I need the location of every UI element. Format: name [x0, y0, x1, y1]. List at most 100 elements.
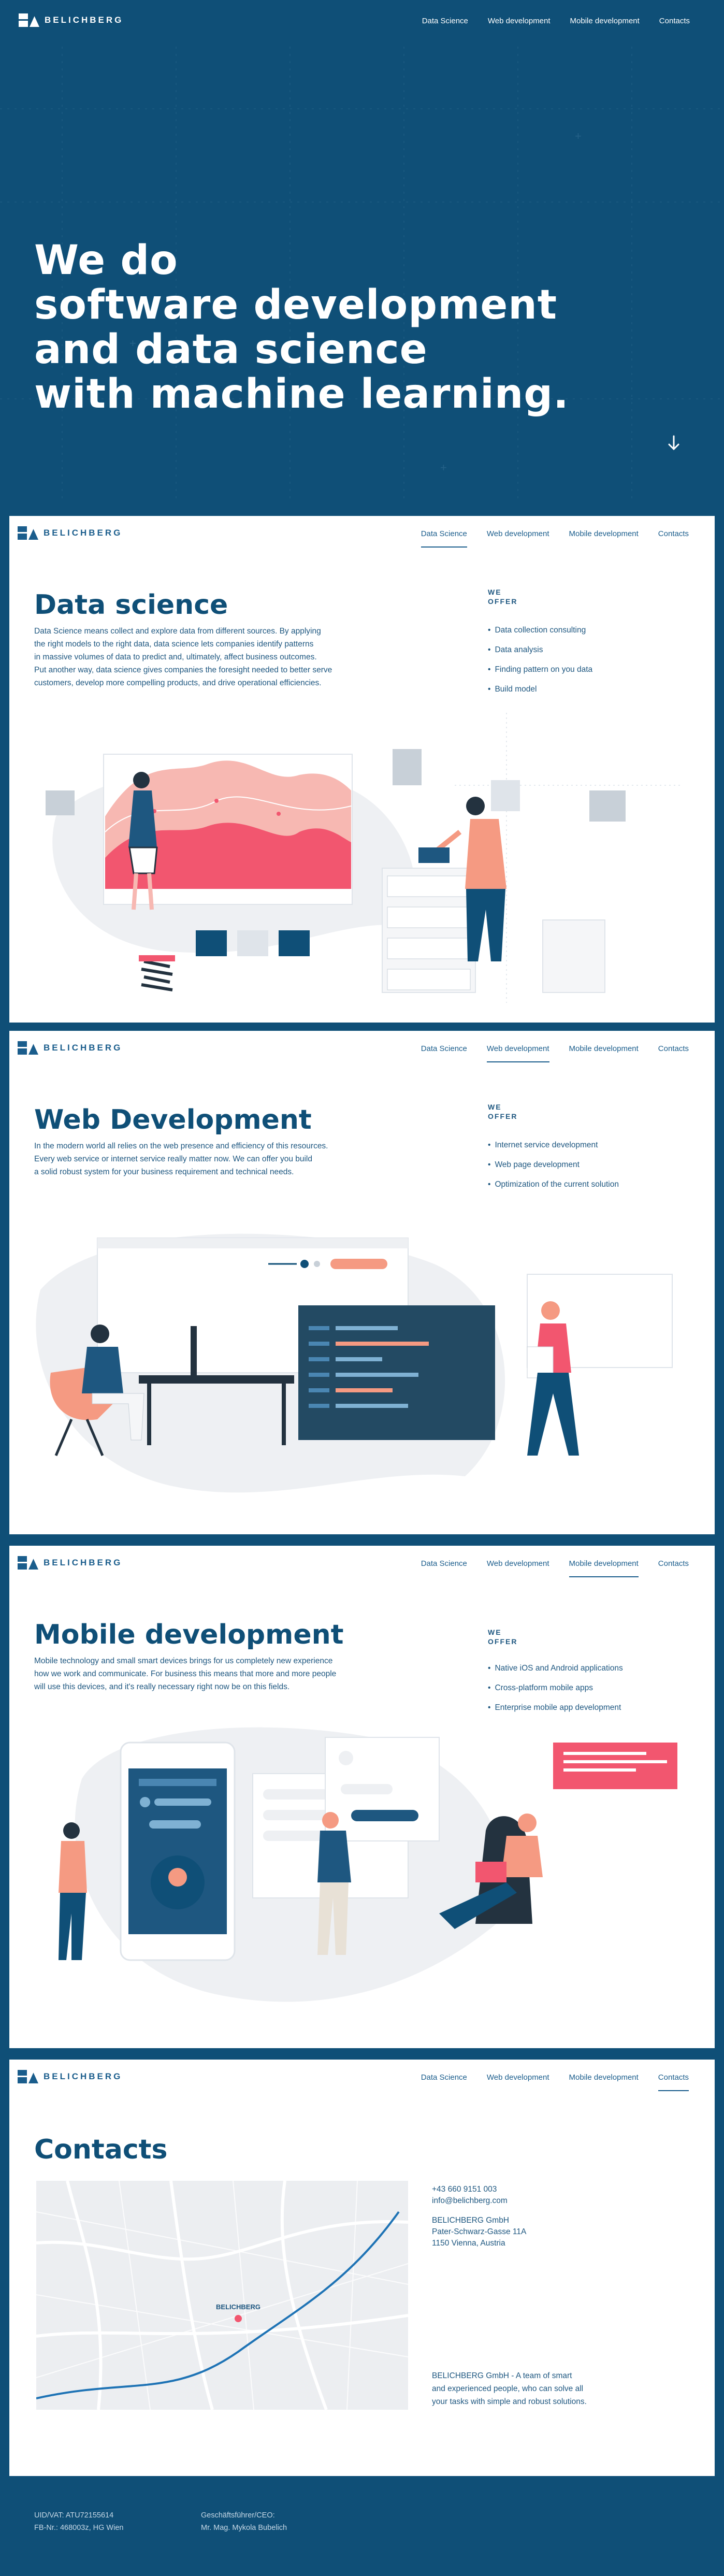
- nav-mobile-development[interactable]: Mobile development: [569, 2073, 639, 2091]
- offer-item: Internet service development: [488, 1135, 619, 1155]
- offer-item: Data collection consulting: [488, 621, 592, 640]
- nav-mobile-development[interactable]: Mobile development: [569, 1044, 639, 1062]
- brand-name: BELICHBERG: [44, 1558, 123, 1567]
- map-streets: BELICHBERG: [36, 2181, 408, 2410]
- brand-logo[interactable]: BELICHBERG: [18, 1556, 122, 1570]
- arrow-down-icon[interactable]: [667, 435, 680, 451]
- nav-data-science[interactable]: Data Science: [421, 2073, 467, 2091]
- hero-line: with machine learning.: [34, 371, 569, 418]
- nav-mobile-development[interactable]: Mobile development: [569, 529, 639, 548]
- offer-heading-line: OFFER: [488, 1637, 518, 1646]
- section-title: Mobile development: [34, 1619, 344, 1650]
- footer-vat: UID/VAT: ATU72155614: [34, 2511, 114, 2520]
- nav-data-science[interactable]: Data Science: [421, 1559, 467, 1577]
- nav-contacts[interactable]: Contacts: [658, 529, 689, 548]
- hero-line: and data science: [34, 326, 428, 373]
- nav-data-science[interactable]: Data Science: [422, 17, 468, 25]
- description-line: a solid robust system for your business …: [34, 1168, 294, 1176]
- street-address: Pater-Schwarz-Gasse 11A: [432, 2227, 527, 2236]
- brand-logo[interactable]: BELICHBERG: [19, 13, 123, 27]
- section-nav: Data Science Web development Mobile deve…: [421, 529, 689, 548]
- nav-web-development[interactable]: Web development: [487, 529, 549, 548]
- offer-item: Data analysis: [488, 640, 592, 660]
- belichberg-logo-icon: [19, 13, 39, 27]
- footer-ceo-label: Geschäftsführer/CEO:: [201, 2511, 275, 2520]
- map-pin-icon[interactable]: [235, 2315, 242, 2322]
- brand-logo[interactable]: BELICHBERG: [18, 526, 122, 540]
- nav-web-development[interactable]: Web development: [487, 2073, 549, 2091]
- brand-name: BELICHBERG: [44, 2071, 123, 2081]
- offer-heading-line: WE: [488, 588, 502, 596]
- section-description: Mobile technology and small smart device…: [34, 1654, 336, 1693]
- description-line: Put another way, data science gives comp…: [34, 666, 332, 674]
- page-footer: UID/VAT: ATU72155614 FB-Nr.: 468003z, HG…: [0, 2502, 724, 2576]
- main-nav: Data Science Web development Mobile deve…: [422, 17, 690, 25]
- offer-heading: WE OFFER: [488, 1102, 517, 1121]
- map-pin-label: BELICHBERG: [216, 2303, 260, 2311]
- description-line: Mobile technology and small smart device…: [34, 1657, 333, 1665]
- footer-ceo-name: Mr. Mag. Mykola Bubelich: [201, 2524, 287, 2532]
- belichberg-logo-icon: [18, 2070, 38, 2083]
- offer-list: Data collection consulting Data analysis…: [488, 621, 592, 699]
- offer-item: Native iOS and Android applications: [488, 1659, 622, 1678]
- section-description: In the modern world all relies on the we…: [34, 1140, 328, 1178]
- brand-name: BELICHBERG: [44, 528, 123, 538]
- nav-data-science[interactable]: Data Science: [421, 1044, 467, 1062]
- footer-ceo: Geschäftsführer/CEO: Mr. Mag. Mykola Bub…: [201, 2509, 287, 2534]
- hero-line: software development: [34, 282, 558, 328]
- offer-heading-line: OFFER: [488, 1112, 518, 1120]
- belichberg-logo-icon: [18, 1556, 38, 1570]
- data-science-section: BELICHBERG Data Science Web development …: [9, 516, 715, 1023]
- nav-web-development[interactable]: Web development: [487, 1559, 549, 1577]
- offer-item: Cross-platform mobile apps: [488, 1678, 623, 1698]
- offer-heading: WE OFFER: [488, 587, 517, 606]
- about-line: BELICHBERG GmbH - A team of smart: [432, 2371, 572, 2380]
- nav-web-development[interactable]: Web development: [486, 1044, 549, 1062]
- mobile-development-illustration: [59, 1727, 677, 2002]
- svg-text:+: +: [440, 461, 447, 474]
- belichberg-logo-icon: [18, 1041, 38, 1055]
- location-map[interactable]: BELICHBERG: [36, 2181, 408, 2410]
- nav-contacts[interactable]: Contacts: [658, 1044, 689, 1062]
- offer-item: Optimization of the current solution: [488, 1175, 619, 1195]
- description-line: will use this devices, and it's really n…: [34, 1682, 290, 1691]
- offer-heading: WE OFFER: [488, 1628, 517, 1646]
- svg-text:+: +: [575, 129, 582, 142]
- nav-data-science[interactable]: Data Science: [421, 529, 467, 548]
- phone-link[interactable]: +43 660 9151 003: [432, 2184, 526, 2195]
- offer-heading-line: OFFER: [488, 597, 518, 606]
- brand-logo[interactable]: BELICHBERG: [18, 2070, 122, 2083]
- section-title: Data science: [34, 589, 228, 621]
- contacts-section: BELICHBERG Data Science Web development …: [9, 2060, 715, 2476]
- section-description: Data Science means collect and explore d…: [34, 625, 332, 689]
- nav-mobile-development[interactable]: Mobile development: [570, 17, 640, 25]
- section-title: Contacts: [34, 2134, 168, 2165]
- about-line: your tasks with simple and robust soluti…: [432, 2397, 587, 2406]
- hero-title: We do software development and data scie…: [34, 238, 569, 416]
- hero-line: We do: [34, 237, 178, 284]
- company-about: BELICHBERG GmbH - A team of smart and ex…: [432, 2369, 587, 2408]
- nav-contacts[interactable]: Contacts: [658, 2073, 689, 2091]
- description-line: the right models to the right data, data…: [34, 640, 314, 649]
- offer-heading-line: WE: [488, 1628, 502, 1636]
- brand-name: BELICHBERG: [44, 1043, 123, 1053]
- city-address: 1150 Vienna, Austria: [432, 2239, 505, 2248]
- web-development-section: BELICHBERG Data Science Web development …: [9, 1031, 715, 1534]
- nav-mobile-development[interactable]: Mobile development: [569, 1559, 639, 1577]
- section-nav: Data Science Web development Mobile deve…: [421, 1559, 689, 1577]
- nav-contacts[interactable]: Contacts: [659, 17, 690, 25]
- nav-web-development[interactable]: Web development: [488, 17, 551, 25]
- description-line: in massive volumes of data to predict an…: [34, 653, 317, 661]
- email-link[interactable]: info@belichberg.com: [432, 2195, 526, 2207]
- brand-logo[interactable]: BELICHBERG: [18, 1041, 122, 1055]
- description-line: Data Science means collect and explore d…: [34, 627, 321, 636]
- about-line: and experienced people, who can solve al…: [432, 2384, 584, 2393]
- footer-legal: UID/VAT: ATU72155614 FB-Nr.: 468003z, HG…: [34, 2509, 123, 2534]
- contact-details: +43 660 9151 003 info@belichberg.com BEL…: [432, 2184, 526, 2249]
- offer-item: Build model: [488, 680, 592, 699]
- belichberg-logo-icon: [18, 526, 38, 540]
- offer-item: Finding pattern on you data: [488, 660, 592, 680]
- section-nav: Data Science Web development Mobile deve…: [421, 2073, 689, 2091]
- nav-contacts[interactable]: Contacts: [658, 1559, 689, 1577]
- offer-item: Web page development: [488, 1155, 619, 1175]
